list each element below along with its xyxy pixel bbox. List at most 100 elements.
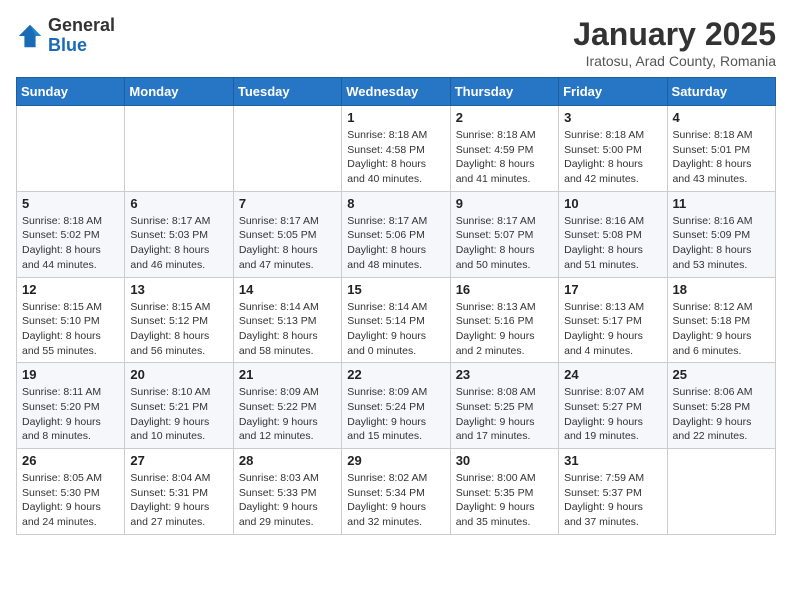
day-number: 26 bbox=[22, 453, 119, 468]
day-number: 28 bbox=[239, 453, 336, 468]
day-number: 18 bbox=[673, 282, 770, 297]
calendar-cell: 12 Sunrise: 8:15 AM Sunset: 5:10 PM Dayli… bbox=[17, 277, 125, 363]
calendar-cell: 17 Sunrise: 8:13 AM Sunset: 5:17 PM Dayli… bbox=[559, 277, 667, 363]
day-info: Sunrise: 8:18 AM Sunset: 4:58 PM Dayligh… bbox=[347, 128, 444, 187]
day-info: Sunrise: 8:04 AM Sunset: 5:31 PM Dayligh… bbox=[130, 471, 227, 530]
calendar-cell: 30Sunrise: 8:00 AM Sunset: 5:35 PM Dayli… bbox=[450, 449, 558, 535]
logo-blue-text: Blue bbox=[48, 36, 115, 56]
day-number: 7 bbox=[239, 196, 336, 211]
day-info: Sunrise: 8:15 AM Sunset: 5:10 PM Dayligh… bbox=[22, 300, 119, 359]
day-number: 17 bbox=[564, 282, 661, 297]
day-number: 11 bbox=[673, 196, 770, 211]
weekday-header: Sunday bbox=[17, 78, 125, 106]
calendar-week-row: 19 Sunrise: 8:11 AM Sunset: 5:20 PM Dayli… bbox=[17, 363, 776, 449]
calendar-cell bbox=[125, 106, 233, 192]
page-header: General Blue January 2025 Iratosu, Arad … bbox=[16, 16, 776, 69]
day-number: 24 bbox=[564, 367, 661, 382]
calendar-cell: 27 Sunrise: 8:04 AM Sunset: 5:31 PM Dayli… bbox=[125, 449, 233, 535]
calendar-cell: 25Sunrise: 8:06 AM Sunset: 5:28 PM Dayli… bbox=[667, 363, 775, 449]
day-info: Sunrise: 8:05 AM Sunset: 5:30 PM Dayligh… bbox=[22, 471, 119, 530]
day-number: 25 bbox=[673, 367, 770, 382]
day-info: Sunrise: 8:18 AM Sunset: 4:59 PM Dayligh… bbox=[456, 128, 553, 187]
calendar-week-row: 5Sunrise: 8:18 AM Sunset: 5:02 PM Daylig… bbox=[17, 191, 776, 277]
day-info: Sunrise: 8:16 AM Sunset: 5:09 PM Dayligh… bbox=[673, 214, 770, 273]
calendar-cell: 13Sunrise: 8:15 AM Sunset: 5:12 PM Dayli… bbox=[125, 277, 233, 363]
day-number: 21 bbox=[239, 367, 336, 382]
day-number: 19 bbox=[22, 367, 119, 382]
calendar-cell: 29 Sunrise: 8:02 AM Sunset: 5:34 PM Dayli… bbox=[342, 449, 450, 535]
day-number: 29 bbox=[347, 453, 444, 468]
calendar-cell: 24 Sunrise: 8:07 AM Sunset: 5:27 PM Dayli… bbox=[559, 363, 667, 449]
weekday-header: Thursday bbox=[450, 78, 558, 106]
calendar-week-row: 1 Sunrise: 8:18 AM Sunset: 4:58 PM Daylig… bbox=[17, 106, 776, 192]
calendar-cell: 15 Sunrise: 8:14 AM Sunset: 5:14 PM Dayli… bbox=[342, 277, 450, 363]
day-info: Sunrise: 8:08 AM Sunset: 5:25 PM Dayligh… bbox=[456, 385, 553, 444]
day-info: Sunrise: 8:18 AM Sunset: 5:02 PM Dayligh… bbox=[22, 214, 119, 273]
day-number: 6 bbox=[130, 196, 227, 211]
day-info: Sunrise: 8:17 AM Sunset: 5:07 PM Dayligh… bbox=[456, 214, 553, 273]
day-info: Sunrise: 8:15 AM Sunset: 5:12 PM Dayligh… bbox=[130, 300, 227, 359]
calendar-cell: 28Sunrise: 8:03 AM Sunset: 5:33 PM Dayli… bbox=[233, 449, 341, 535]
day-number: 8 bbox=[347, 196, 444, 211]
calendar-cell bbox=[233, 106, 341, 192]
calendar-cell: 11 Sunrise: 8:16 AM Sunset: 5:09 PM Dayli… bbox=[667, 191, 775, 277]
day-info: Sunrise: 8:18 AM Sunset: 5:00 PM Dayligh… bbox=[564, 128, 661, 187]
day-number: 27 bbox=[130, 453, 227, 468]
day-info: Sunrise: 8:12 AM Sunset: 5:18 PM Dayligh… bbox=[673, 300, 770, 359]
calendar-cell: 14 Sunrise: 8:14 AM Sunset: 5:13 PM Dayli… bbox=[233, 277, 341, 363]
calendar-cell: 1 Sunrise: 8:18 AM Sunset: 4:58 PM Daylig… bbox=[342, 106, 450, 192]
weekday-header: Monday bbox=[125, 78, 233, 106]
day-number: 20 bbox=[130, 367, 227, 382]
day-info: Sunrise: 8:11 AM Sunset: 5:20 PM Dayligh… bbox=[22, 385, 119, 444]
logo-general-text: General bbox=[48, 16, 115, 36]
day-number: 15 bbox=[347, 282, 444, 297]
day-info: Sunrise: 8:13 AM Sunset: 5:17 PM Dayligh… bbox=[564, 300, 661, 359]
day-number: 9 bbox=[456, 196, 553, 211]
calendar-cell: 7 Sunrise: 8:17 AM Sunset: 5:05 PM Daylig… bbox=[233, 191, 341, 277]
day-info: Sunrise: 8:17 AM Sunset: 5:05 PM Dayligh… bbox=[239, 214, 336, 273]
calendar-cell: 9 Sunrise: 8:17 AM Sunset: 5:07 PM Daylig… bbox=[450, 191, 558, 277]
logo-text: General Blue bbox=[48, 16, 115, 56]
logo: General Blue bbox=[16, 16, 115, 56]
weekday-header: Wednesday bbox=[342, 78, 450, 106]
calendar-cell: 20 Sunrise: 8:10 AM Sunset: 5:21 PM Dayli… bbox=[125, 363, 233, 449]
day-number: 3 bbox=[564, 110, 661, 125]
day-number: 16 bbox=[456, 282, 553, 297]
calendar-table: SundayMondayTuesdayWednesdayThursdayFrid… bbox=[16, 77, 776, 535]
day-info: Sunrise: 8:10 AM Sunset: 5:21 PM Dayligh… bbox=[130, 385, 227, 444]
calendar-cell: 2 Sunrise: 8:18 AM Sunset: 4:59 PM Daylig… bbox=[450, 106, 558, 192]
calendar-cell: 26 Sunrise: 8:05 AM Sunset: 5:30 PM Dayli… bbox=[17, 449, 125, 535]
weekday-header: Friday bbox=[559, 78, 667, 106]
day-number: 22 bbox=[347, 367, 444, 382]
day-info: Sunrise: 8:18 AM Sunset: 5:01 PM Dayligh… bbox=[673, 128, 770, 187]
day-number: 1 bbox=[347, 110, 444, 125]
calendar-cell: 23 Sunrise: 8:08 AM Sunset: 5:25 PM Dayli… bbox=[450, 363, 558, 449]
day-info: Sunrise: 8:09 AM Sunset: 5:22 PM Dayligh… bbox=[239, 385, 336, 444]
calendar-cell: 18 Sunrise: 8:12 AM Sunset: 5:18 PM Dayli… bbox=[667, 277, 775, 363]
logo-icon bbox=[16, 22, 44, 50]
calendar-cell: 10Sunrise: 8:16 AM Sunset: 5:08 PM Dayli… bbox=[559, 191, 667, 277]
day-info: Sunrise: 8:16 AM Sunset: 5:08 PM Dayligh… bbox=[564, 214, 661, 273]
day-number: 12 bbox=[22, 282, 119, 297]
day-info: Sunrise: 8:14 AM Sunset: 5:13 PM Dayligh… bbox=[239, 300, 336, 359]
calendar-subtitle: Iratosu, Arad County, Romania bbox=[573, 53, 776, 69]
calendar-cell bbox=[667, 449, 775, 535]
weekday-header: Tuesday bbox=[233, 78, 341, 106]
calendar-cell: 16 Sunrise: 8:13 AM Sunset: 5:16 PM Dayli… bbox=[450, 277, 558, 363]
day-number: 2 bbox=[456, 110, 553, 125]
day-number: 14 bbox=[239, 282, 336, 297]
calendar-cell: 21 Sunrise: 8:09 AM Sunset: 5:22 PM Dayli… bbox=[233, 363, 341, 449]
calendar-cell: 6Sunrise: 8:17 AM Sunset: 5:03 PM Daylig… bbox=[125, 191, 233, 277]
day-info: Sunrise: 7:59 AM Sunset: 5:37 PM Dayligh… bbox=[564, 471, 661, 530]
calendar-title: January 2025 bbox=[573, 16, 776, 53]
calendar-cell: 22 Sunrise: 8:09 AM Sunset: 5:24 PM Dayli… bbox=[342, 363, 450, 449]
day-number: 30 bbox=[456, 453, 553, 468]
day-info: Sunrise: 8:09 AM Sunset: 5:24 PM Dayligh… bbox=[347, 385, 444, 444]
day-info: Sunrise: 8:13 AM Sunset: 5:16 PM Dayligh… bbox=[456, 300, 553, 359]
day-info: Sunrise: 8:02 AM Sunset: 5:34 PM Dayligh… bbox=[347, 471, 444, 530]
day-info: Sunrise: 8:14 AM Sunset: 5:14 PM Dayligh… bbox=[347, 300, 444, 359]
calendar-cell bbox=[17, 106, 125, 192]
day-info: Sunrise: 8:07 AM Sunset: 5:27 PM Dayligh… bbox=[564, 385, 661, 444]
calendar-cell: 3 Sunrise: 8:18 AM Sunset: 5:00 PM Daylig… bbox=[559, 106, 667, 192]
day-number: 23 bbox=[456, 367, 553, 382]
